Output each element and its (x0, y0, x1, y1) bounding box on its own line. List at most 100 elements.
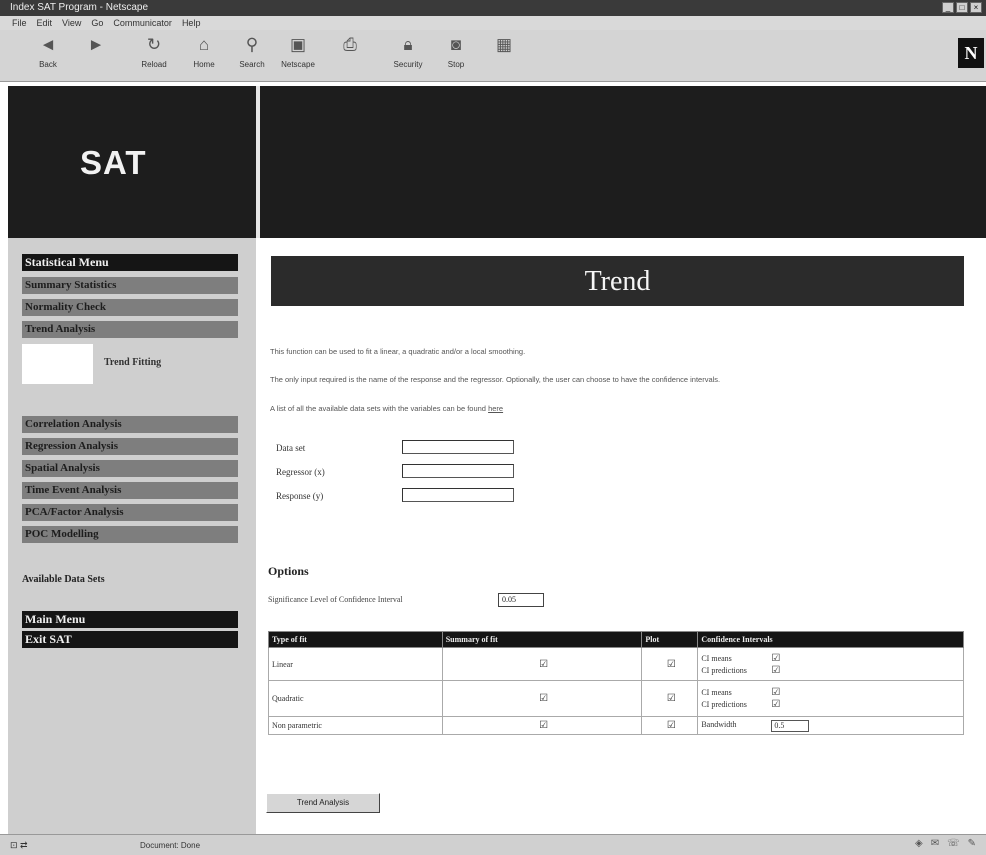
print-button[interactable]: ⎙ (330, 34, 370, 78)
nonparametric-plot-checkbox[interactable]: ☑ (667, 720, 676, 731)
menu-bar: File Edit View Go Communicator Help (0, 16, 986, 30)
description-line-3-text: A list of all the available data sets wi… (270, 404, 489, 413)
sidebar-item-pca-factor-analysis[interactable]: PCA/Factor Analysis (22, 504, 238, 521)
bandwidth-label: Bandwidth (701, 720, 737, 730)
window-title: Index SAT Program - Netscape (10, 2, 149, 13)
table-row-nonparametric: Non parametric ☑ ☑ Bandwidth 0.5 (268, 716, 964, 735)
forward-button[interactable]: ► (76, 34, 116, 78)
menu-help[interactable]: Help (182, 16, 201, 30)
nonparametric-summary-checkbox[interactable]: ☑ (539, 720, 548, 731)
component-bar: ◈ ✉ ☏ ✎ (915, 838, 976, 849)
sidebar-subitem-trend-fitting[interactable]: Trend Fitting (104, 357, 161, 368)
menu-go[interactable]: Go (91, 16, 103, 30)
description-line-1: This function can be used to fit a linea… (270, 347, 526, 356)
connection-indicator-icon: ⊡ ⇄ (10, 840, 28, 850)
sidebar-item-exit-sat[interactable]: Exit SAT (22, 631, 238, 648)
home-label: Home (193, 60, 215, 69)
home-button[interactable]: ⌂ Home (184, 34, 224, 78)
linear-ci-predictions-label: CI predictions (701, 665, 747, 675)
quadratic-summary-checkbox[interactable]: ☑ (539, 693, 548, 704)
close-button[interactable]: × (970, 2, 982, 13)
significance-input[interactable]: 0.05 (498, 593, 544, 607)
available-data-sets-link[interactable]: Available Data Sets (22, 574, 105, 585)
reload-button[interactable]: ↻ Reload (134, 34, 174, 78)
sidebar-item-correlation-analysis[interactable]: Correlation Analysis (22, 416, 238, 433)
print-icon: ⎙ (343, 35, 357, 54)
security-button[interactable]: 🔒︎ Security (388, 34, 428, 78)
table-header-row: Type of fit Summary of fit Plot Confiden… (268, 631, 964, 648)
sidebar-item-spatial-analysis[interactable]: Spatial Analysis (22, 460, 238, 477)
description-line-2: The only input required is the name of t… (270, 375, 721, 384)
menu-view[interactable]: View (62, 16, 81, 30)
trend-analysis-button[interactable]: Trend Analysis (266, 793, 380, 813)
quadratic-ci-means-label: CI means (701, 688, 732, 697)
sat-logo: SAT (80, 144, 147, 181)
quadratic-ci-means-checkbox[interactable]: ☑ (771, 687, 780, 698)
discussions-icon[interactable]: ☏ (947, 838, 960, 849)
search-button[interactable]: ⚲ Search (232, 34, 272, 78)
netscape-guide-button[interactable]: ▣ Netscape (278, 34, 318, 78)
data-set-input[interactable] (402, 440, 514, 454)
page-title: Trend (584, 266, 651, 297)
reload-icon: ↻ (146, 35, 162, 54)
mail-icon[interactable]: ✉ (931, 838, 939, 849)
sidebar-item-trend-analysis[interactable]: Trend Analysis (22, 321, 238, 338)
page-header: Trend (271, 256, 964, 306)
linear-plot-checkbox[interactable]: ☑ (667, 659, 676, 670)
linear-ci-means-label: CI means (701, 653, 732, 663)
browser-toolbar: ◄ Back ► ↻ Reload ⌂ Home ⚲ Search ▣ Netscape … (0, 30, 986, 82)
linear-ci-means-checkbox[interactable]: ☑ (771, 653, 780, 664)
bandwidth-input[interactable]: 0.5 (771, 719, 810, 732)
netscape-logo: N (958, 38, 984, 68)
fit-type-quadratic: Quadratic (268, 680, 443, 717)
sat-banner: SAT (8, 86, 256, 238)
back-arrow-icon: ◄ (39, 35, 57, 54)
col-header-type-of-fit: Type of fit (268, 631, 443, 648)
sidebar-item-regression-analysis[interactable]: Regression Analysis (22, 438, 238, 455)
sidebar-nav: Statistical Menu Summary Statistics Norm… (8, 238, 256, 834)
stop-button[interactable]: ◙ Stop (436, 34, 476, 78)
maximize-button[interactable]: □ (956, 2, 968, 13)
search-label: Search (239, 60, 265, 69)
quadratic-ci-predictions-checkbox[interactable]: ☑ (771, 699, 780, 710)
window-titlebar: Index SAT Program - Netscape _ □ × (0, 0, 986, 16)
sidebar-item-time-event-analysis[interactable]: Time Event Analysis (22, 482, 238, 499)
netscape-guide-icon: ▣ (289, 35, 307, 54)
menu-communicator[interactable]: Communicator (113, 16, 172, 30)
stop-icon: ◙ (450, 35, 462, 54)
response-input[interactable] (402, 488, 514, 502)
fit-type-linear: Linear (268, 647, 443, 681)
sidebar-item-main-menu[interactable]: Main Menu (22, 611, 238, 628)
security-lock-icon: 🔒︎ (403, 35, 413, 54)
minimize-button[interactable]: _ (942, 2, 954, 13)
table-row-quadratic: Quadratic ☑ ☑ CI means ☑ CI predictions ☑ (268, 680, 964, 717)
menu-edit[interactable]: Edit (37, 16, 53, 30)
sidebar-item-summary-statistics[interactable]: Summary Statistics (22, 277, 238, 294)
sidebar-item-poc-modelling[interactable]: POC Modelling (22, 526, 238, 543)
navigator-icon[interactable]: ◈ (915, 838, 923, 849)
linear-summary-checkbox[interactable]: ☑ (539, 659, 548, 670)
quadratic-ci-predictions-label: CI predictions (701, 700, 747, 709)
shop-button[interactable]: ▦ (484, 34, 524, 78)
regressor-label: Regressor (x) (276, 467, 325, 477)
composer-icon[interactable]: ✎ (968, 838, 976, 849)
home-icon: ⌂ (198, 35, 210, 54)
forward-arrow-icon: ► (87, 35, 105, 54)
security-label: Security (393, 60, 423, 69)
regressor-input[interactable] (402, 464, 514, 478)
options-heading: Options (268, 564, 309, 578)
status-bar: ⊡ ⇄ Document: Done ◈ ✉ ☏ ✎ (0, 834, 986, 855)
col-header-plot: Plot (641, 631, 699, 648)
back-button[interactable]: ◄ Back (28, 34, 68, 78)
quadratic-plot-checkbox[interactable]: ☑ (667, 693, 676, 704)
shop-icon: ▦ (495, 35, 513, 54)
data-set-label: Data set (276, 443, 306, 453)
data-sets-link[interactable]: here (488, 404, 503, 413)
significance-label: Significance Level of Confidence Interva… (268, 595, 403, 604)
table-row-linear: Linear ☑ ☑ CI means ☑ CI predictions ☑ (268, 647, 964, 681)
sidebar-item-normality-check[interactable]: Normality Check (22, 299, 238, 316)
menu-file[interactable]: File (12, 16, 27, 30)
linear-ci-predictions-checkbox[interactable]: ☑ (771, 665, 780, 676)
col-header-confidence-intervals: Confidence Intervals (697, 631, 964, 648)
fit-options-table: Type of fit Summary of fit Plot Confiden… (268, 631, 964, 735)
